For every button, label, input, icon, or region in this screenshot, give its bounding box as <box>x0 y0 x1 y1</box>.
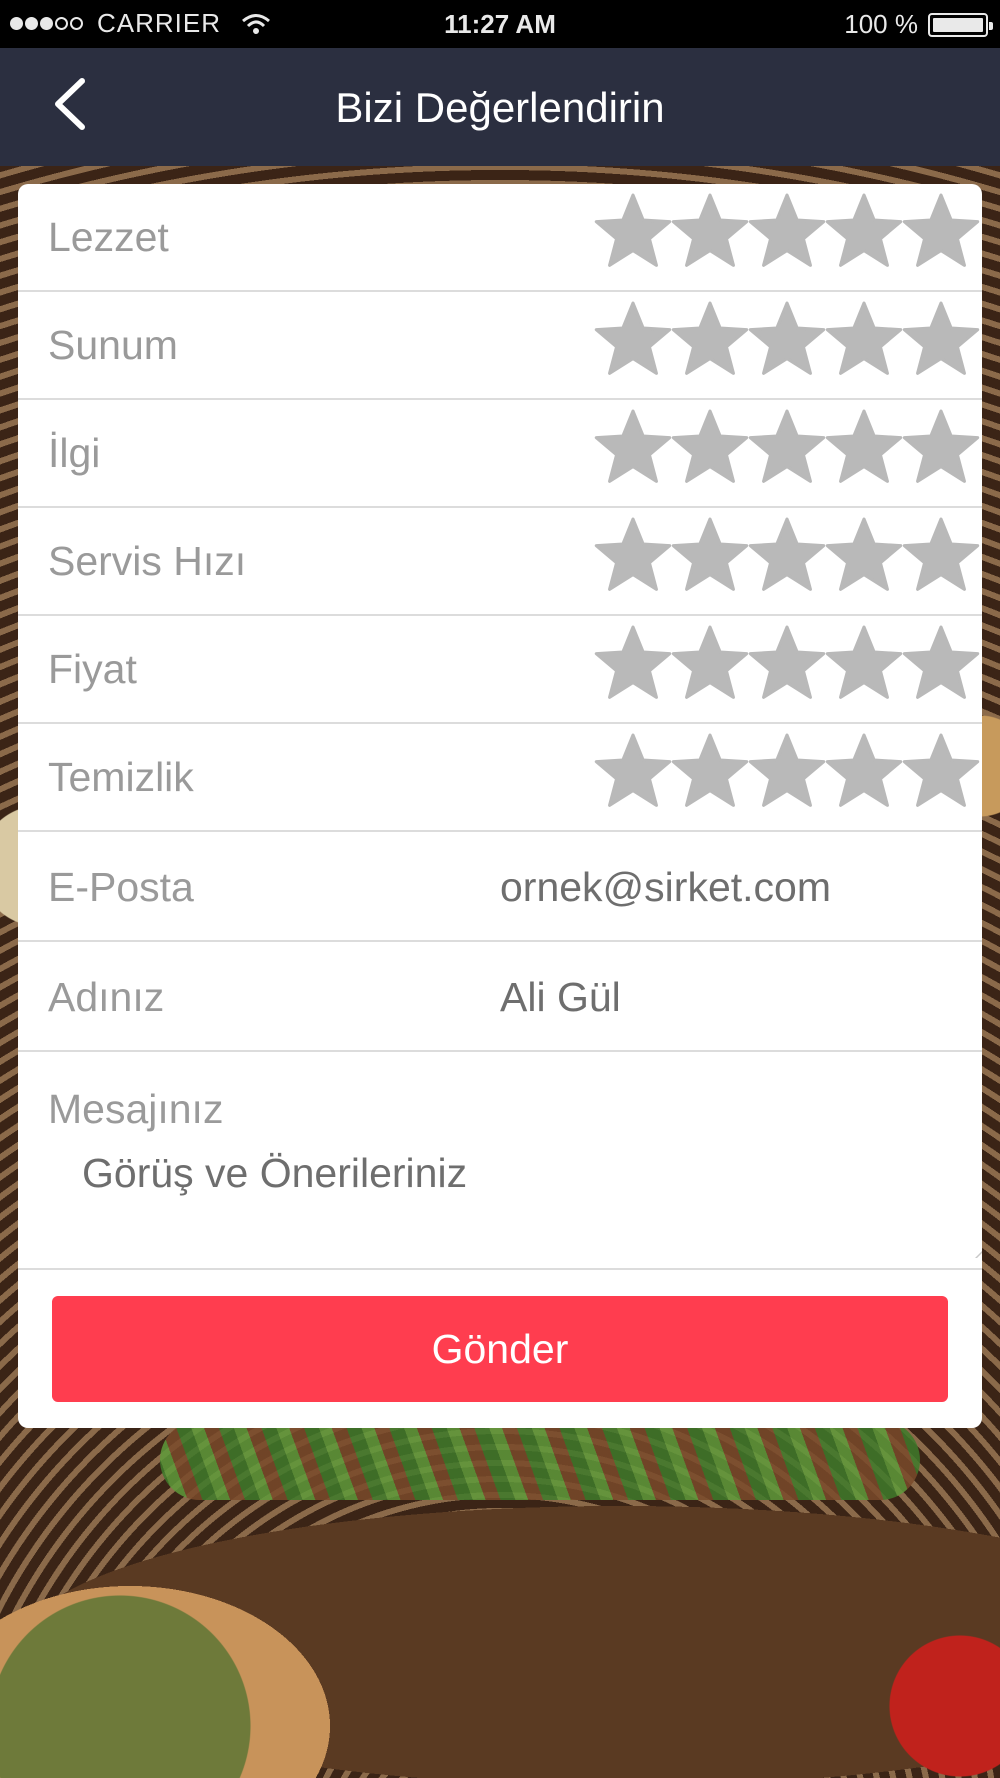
star-icon[interactable] <box>825 192 903 270</box>
email-row[interactable]: E-Posta ornek@sirket.com <box>18 834 982 942</box>
star-icon[interactable] <box>594 408 672 486</box>
name-label: Adınız <box>48 974 165 1020</box>
star-icon[interactable] <box>748 408 826 486</box>
rating-row-servis-hizi: Servis Hızı <box>18 508 982 616</box>
star-rating[interactable] <box>594 192 980 282</box>
star-icon[interactable] <box>748 300 826 378</box>
background-herbs <box>160 1420 920 1500</box>
star-icon[interactable] <box>594 300 672 378</box>
star-icon[interactable] <box>748 516 826 594</box>
message-textarea[interactable]: Görüş ve Önerileriniz <box>82 1150 467 1197</box>
star-icon[interactable] <box>748 192 826 270</box>
star-icon[interactable] <box>671 192 749 270</box>
status-right: 100 % <box>844 9 993 40</box>
star-icon[interactable] <box>748 732 826 810</box>
battery-level <box>933 17 983 32</box>
star-icon[interactable] <box>825 732 903 810</box>
rating-row-lezzet: Lezzet <box>18 184 982 292</box>
name-field[interactable]: Ali Gül <box>500 974 621 1021</box>
page-title: Bizi Değerlendirin <box>335 84 665 131</box>
rating-label: Temizlik <box>48 754 194 800</box>
email-field[interactable]: ornek@sirket.com <box>500 864 831 911</box>
star-rating[interactable] <box>594 624 980 714</box>
star-icon[interactable] <box>825 408 903 486</box>
star-icon[interactable] <box>671 732 749 810</box>
star-icon[interactable] <box>671 300 749 378</box>
star-icon[interactable] <box>902 732 980 810</box>
rating-label: İlgi <box>48 430 101 476</box>
rating-row-temizlik: Temizlik <box>18 724 982 832</box>
star-icon[interactable] <box>825 300 903 378</box>
star-icon[interactable] <box>902 624 980 702</box>
rating-row-fiyat: Fiyat <box>18 616 982 724</box>
message-row[interactable]: Mesajınız Görüş ve Önerileriniz <box>18 1054 982 1270</box>
star-icon[interactable] <box>594 192 672 270</box>
star-rating[interactable] <box>594 516 980 606</box>
battery-icon <box>928 12 993 37</box>
rating-label: Fiyat <box>48 646 137 692</box>
rating-label: Sunum <box>48 322 178 368</box>
status-bar: CARRIER 11:27 AM 100 % <box>0 0 1000 48</box>
rating-row-sunum: Sunum <box>18 292 982 400</box>
rating-form-card: Lezzet Sunum İlgi Servis Hızı Fiyat Temi… <box>18 184 982 1428</box>
submit-button[interactable]: Gönder <box>52 1296 948 1402</box>
star-icon[interactable] <box>902 408 980 486</box>
star-icon[interactable] <box>902 300 980 378</box>
star-icon[interactable] <box>594 624 672 702</box>
star-icon[interactable] <box>594 516 672 594</box>
star-icon[interactable] <box>671 516 749 594</box>
star-icon[interactable] <box>902 192 980 270</box>
battery-percent: 100 % <box>844 9 918 39</box>
rating-row-ilgi: İlgi <box>18 400 982 508</box>
star-icon[interactable] <box>671 408 749 486</box>
rating-label: Lezzet <box>48 214 169 260</box>
star-icon[interactable] <box>825 516 903 594</box>
email-label: E-Posta <box>48 864 194 910</box>
star-icon[interactable] <box>902 516 980 594</box>
star-rating[interactable] <box>594 732 980 822</box>
navigation-bar: Bizi Değerlendirin <box>0 48 1000 166</box>
star-rating[interactable] <box>594 300 980 390</box>
rating-label: Servis Hızı <box>48 538 247 584</box>
star-icon[interactable] <box>671 624 749 702</box>
star-rating[interactable] <box>594 408 980 498</box>
textarea-resize-handle[interactable] <box>967 1248 982 1258</box>
name-row[interactable]: Adınız Ali Gül <box>18 944 982 1052</box>
star-icon[interactable] <box>594 732 672 810</box>
star-icon[interactable] <box>748 624 826 702</box>
star-icon[interactable] <box>825 624 903 702</box>
message-label: Mesajınız <box>48 1086 224 1132</box>
